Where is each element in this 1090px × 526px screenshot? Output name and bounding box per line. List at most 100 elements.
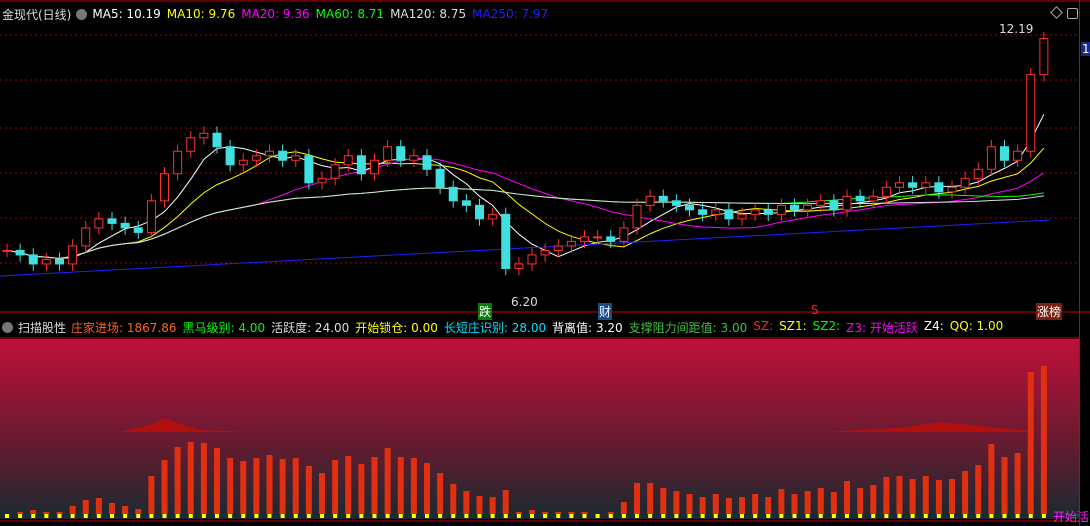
indicator-dot (661, 514, 666, 518)
candle-body (409, 155, 419, 161)
indicator-menu-icon[interactable] (2, 321, 13, 333)
candle-body (947, 186, 957, 193)
indicator-dot (884, 514, 889, 518)
candle-body (265, 150, 274, 157)
indicator-bar (804, 491, 811, 514)
candle-body (133, 227, 143, 233)
candle-body (514, 263, 524, 269)
indicator-bar (161, 460, 168, 514)
indicator-dot (530, 514, 534, 518)
indicator-dot (740, 514, 744, 518)
indicator-dot (280, 514, 285, 518)
candle-body (107, 218, 117, 224)
indicator-bar (686, 494, 693, 514)
candle-body (895, 182, 904, 188)
candle-body (41, 258, 51, 265)
indicator-bar (1001, 457, 1008, 514)
indicator-bar (1027, 372, 1034, 514)
indicator-dot (1015, 514, 1020, 518)
signal-marker[interactable]: S (810, 303, 820, 317)
indicator-dot (333, 514, 338, 518)
candle-body (291, 155, 301, 161)
indicator-dot (897, 514, 902, 518)
indicator-bar (830, 492, 837, 514)
indicator-dot (411, 514, 416, 518)
indicator-value: SZ1: (779, 318, 807, 333)
indicator-bar (135, 509, 142, 514)
settings-icon[interactable] (76, 8, 88, 20)
header-bar: 金现代(日线) MA5: 10.19 MA10: 9.76 MA20: 9.36 MA… (2, 5, 548, 23)
right-axis (1079, 0, 1090, 526)
candle-body (881, 186, 891, 197)
indicator-dot (70, 514, 75, 518)
indicator-dot (83, 514, 88, 518)
candle-body (790, 204, 799, 211)
candle-body (396, 146, 406, 161)
candle-body (816, 200, 826, 206)
indicator-dot (845, 514, 849, 518)
indicator-bar (319, 473, 325, 514)
candle-body (908, 182, 918, 188)
indicator-bar (345, 456, 352, 514)
indicator-bar (515, 512, 522, 514)
indicator-dot (963, 514, 968, 518)
indicator-bar (174, 447, 181, 514)
indicator-bar (214, 448, 220, 514)
ma-value: MA120: 8.75 (390, 7, 467, 21)
candle-body (15, 249, 25, 256)
candle-body (160, 173, 169, 202)
candle-body (370, 159, 379, 175)
indicator-dot (674, 514, 679, 518)
indicator-dot (188, 514, 193, 518)
indicator-dot (713, 514, 718, 518)
indicator-dot (753, 514, 758, 518)
candle-body (619, 227, 629, 242)
candle-body (724, 209, 734, 220)
indicator-bar (384, 448, 391, 514)
candle-body (1000, 146, 1009, 161)
candle-body (81, 227, 91, 247)
candle-body (356, 155, 366, 175)
candle-body (711, 209, 721, 215)
candle-body (776, 204, 786, 215)
candle-body (1013, 150, 1023, 161)
indicator-bar (935, 480, 942, 514)
price-chart[interactable] (0, 0, 1090, 526)
indicator-bar (673, 491, 680, 514)
candle-body (501, 213, 511, 269)
indicator-bar (292, 458, 299, 514)
candle-body (580, 236, 589, 242)
indicator-dot (700, 514, 705, 518)
indicator-bar (122, 506, 129, 514)
candle-body (55, 258, 64, 265)
indicator-dot (241, 514, 246, 518)
candle-body (1039, 38, 1049, 76)
indicator-dot (950, 514, 954, 518)
panel-toggle-icon[interactable] (1067, 8, 1078, 19)
indicator-dot (831, 514, 836, 518)
indicator-bar (489, 497, 496, 514)
indicator-dot (477, 514, 482, 518)
candle-body (566, 240, 576, 247)
indicator-bar (410, 458, 417, 514)
candle-body (383, 146, 393, 161)
candle-body (829, 200, 839, 211)
candle-body (28, 254, 38, 265)
indicator-value: 支撑阻力间距值: 3.00 (628, 320, 748, 335)
indicator-value: 开始锁仓: 0.00 (355, 320, 438, 335)
ma-value: MA250: 7.97 (472, 7, 549, 21)
indicator-dot (989, 514, 994, 518)
indicator-dot (451, 514, 456, 518)
candle-body (94, 218, 104, 229)
indicator-bar (397, 457, 404, 514)
indicator-bar (450, 484, 457, 514)
indicator-bar (778, 489, 785, 514)
indicator-dot (464, 514, 469, 518)
candle-body (960, 177, 970, 188)
signal-marker[interactable]: 涨榜 (1036, 303, 1063, 320)
candle-body (671, 200, 681, 206)
indicator-dot (293, 514, 298, 518)
candle-body (238, 159, 248, 166)
candle-body (186, 137, 196, 152)
indicator-value: SZ: (753, 318, 774, 333)
